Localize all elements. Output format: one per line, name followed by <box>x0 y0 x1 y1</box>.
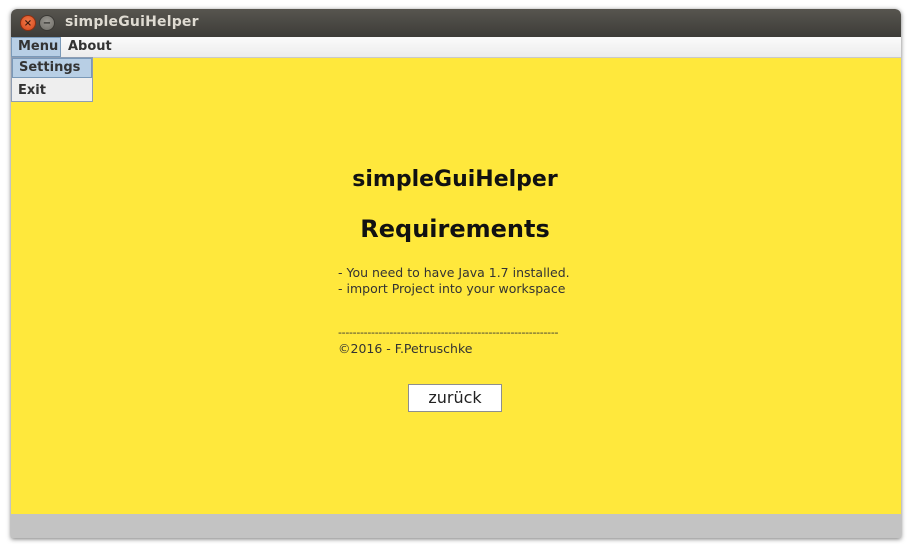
menu-bar: Menu About <box>11 37 901 58</box>
app-window: × − simpleGuiHelper Menu About simpleGui… <box>11 9 901 538</box>
requirement-import: - import Project into your workspace <box>338 281 566 296</box>
app-name-heading: simpleGuiHelper <box>352 167 558 192</box>
menu-item-exit[interactable]: Exit <box>12 81 92 101</box>
back-button[interactable]: zurück <box>408 384 502 412</box>
separator-line: ----------------------------------------… <box>338 326 559 339</box>
menu-menu[interactable]: Menu <box>11 37 61 57</box>
menu-about[interactable]: About <box>62 37 118 57</box>
menu-item-settings[interactable]: Settings <box>12 58 92 78</box>
status-bar <box>11 514 901 538</box>
window-title: simpleGuiHelper <box>65 14 199 30</box>
requirement-java: - You need to have Java 1.7 installed. <box>338 265 570 280</box>
requirements-heading: Requirements <box>360 215 550 243</box>
minimize-window-icon[interactable]: − <box>39 15 55 31</box>
title-bar[interactable]: × − simpleGuiHelper <box>11 9 901 37</box>
menu-dropdown: Settings Exit <box>11 57 93 102</box>
close-window-icon[interactable]: × <box>20 15 36 31</box>
content-panel: simpleGuiHelper Requirements - You need … <box>11 58 901 514</box>
copyright-text: ©2016 - F.Petruschke <box>338 341 473 356</box>
